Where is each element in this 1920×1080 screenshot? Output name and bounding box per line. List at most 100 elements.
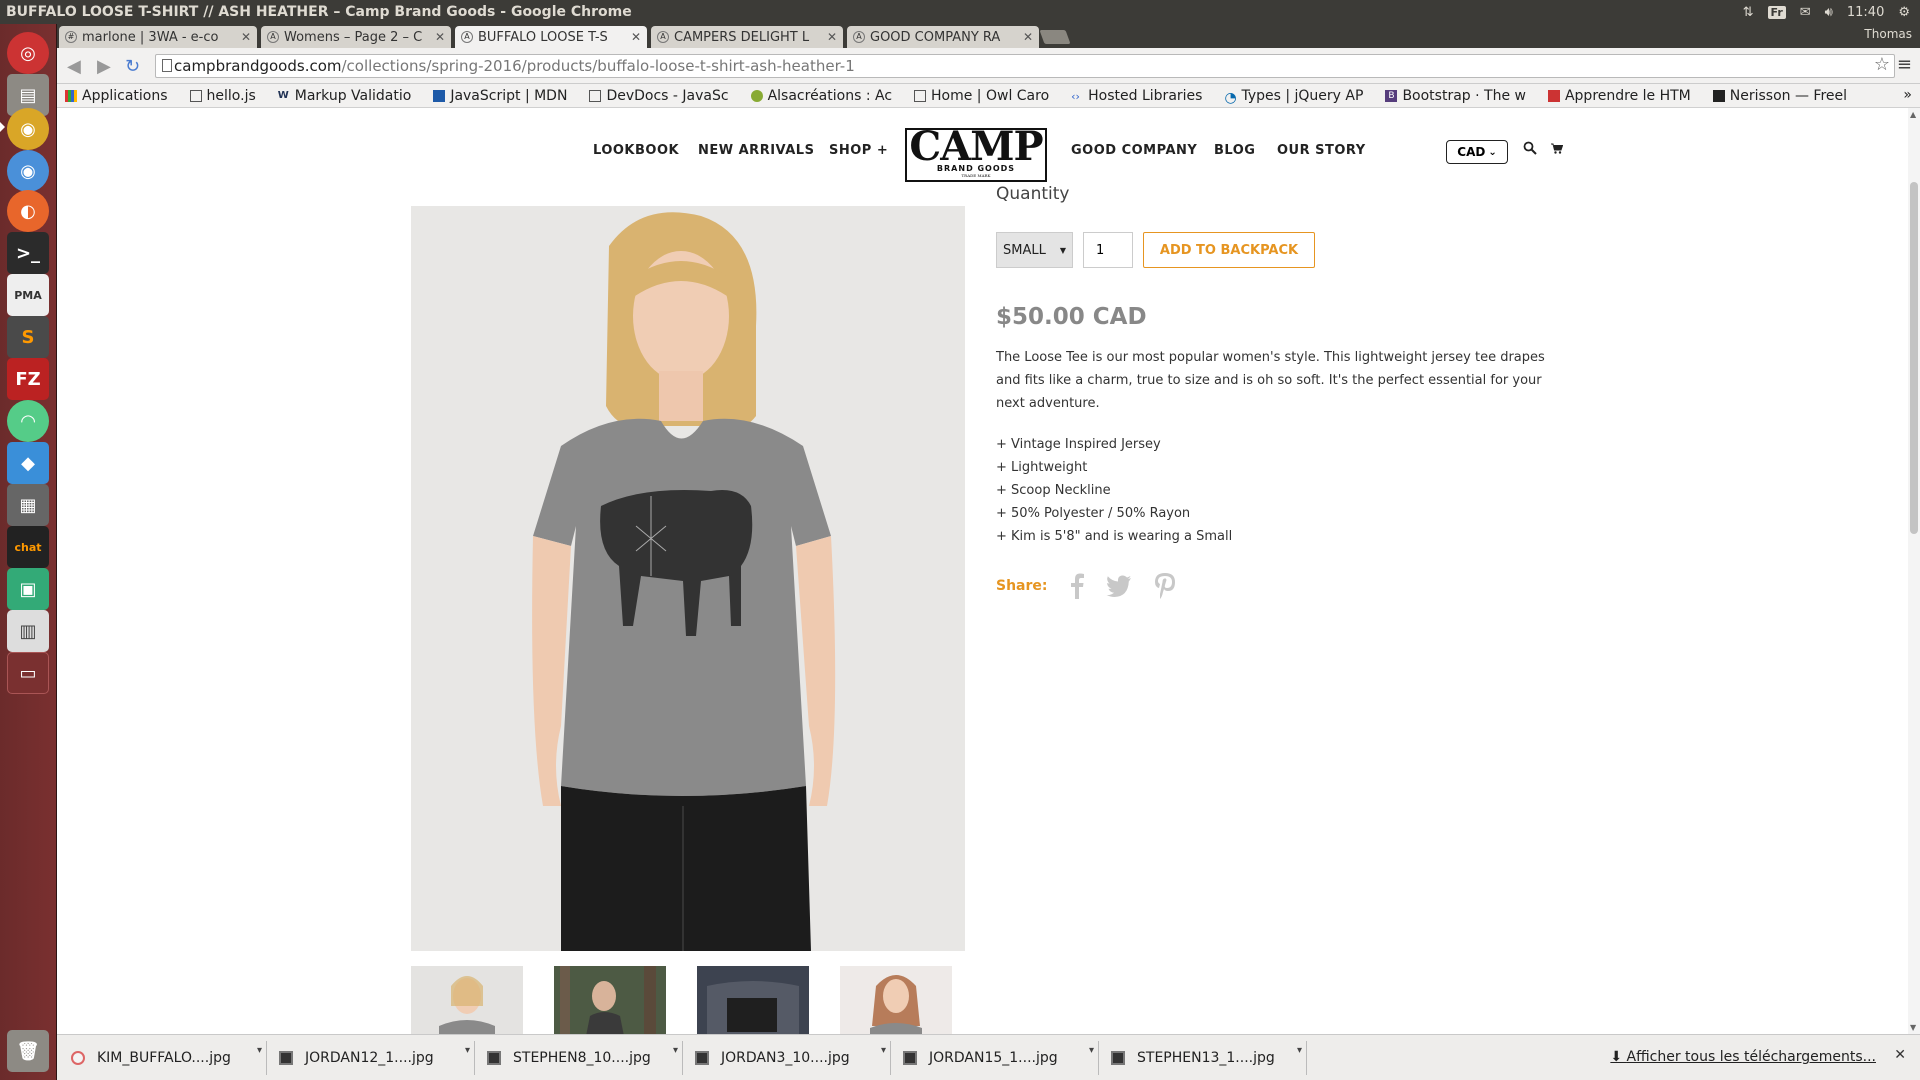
bookmark-apprendre-html[interactable]: Apprendre le HTM xyxy=(1540,88,1691,104)
thumbnail-4[interactable] xyxy=(840,966,952,1034)
settings-gear-icon[interactable]: ⚙ xyxy=(1898,5,1910,20)
bookmarks-overflow-icon[interactable]: » xyxy=(1903,87,1912,103)
bookmark-mdn[interactable]: JavaScript | MDN xyxy=(425,88,567,104)
forward-arrow-icon[interactable]: ▶ xyxy=(97,56,111,77)
firefox-icon[interactable]: ◐ xyxy=(7,190,49,232)
download-item[interactable]: STEPHEN13_1....jpg ▾ xyxy=(1101,1041,1307,1075)
keyboard-layout-indicator[interactable]: Fr xyxy=(1767,5,1786,19)
show-all-downloads-link[interactable]: ⬇ Afficher tous les téléchargements... xyxy=(1610,1049,1876,1065)
cube-app-icon[interactable]: ▣ xyxy=(7,568,49,610)
download-menu-caret-icon[interactable]: ▾ xyxy=(465,1045,470,1056)
thumbnail-2[interactable] xyxy=(554,966,666,1034)
clock[interactable]: 11:40 xyxy=(1847,5,1884,20)
product-main-image[interactable] xyxy=(411,206,965,951)
nav-lookbook[interactable]: LOOKBOOK xyxy=(593,143,679,158)
thumbnail-1[interactable] xyxy=(411,966,523,1034)
image-viewer-icon[interactable]: ▥ xyxy=(7,610,49,652)
mail-icon[interactable]: ✉ xyxy=(1800,5,1811,20)
unity-launcher: ◎ ▤ ◉ ◉ ◐ >_ PMA S FZ ◠ ◆ ▦ chat ▣ ▥ ▭ 🗑… xyxy=(0,24,57,1080)
add-to-backpack-button[interactable]: ADD TO BACKPACK xyxy=(1143,232,1315,268)
cart-icon[interactable] xyxy=(1551,143,1563,154)
size-select[interactable]: SMALL ▼ xyxy=(996,232,1073,268)
trash-icon[interactable]: 🗑︎ xyxy=(7,1030,49,1072)
download-item[interactable]: JORDAN3_10....jpg ▾ xyxy=(685,1041,891,1075)
network-icon[interactable]: ⇅ xyxy=(1743,5,1754,20)
nav-good-company[interactable]: GOOD COMPANY xyxy=(1071,143,1197,158)
nav-blog[interactable]: BLOG xyxy=(1214,143,1255,158)
back-arrow-icon[interactable]: ◀ xyxy=(67,56,81,77)
quantity-input[interactable]: 1 xyxy=(1083,232,1133,268)
download-menu-caret-icon[interactable]: ▾ xyxy=(1089,1045,1094,1056)
tab-womens[interactable]: A Womens – Page 2 – C ✕ xyxy=(261,26,451,48)
download-item[interactable]: KIM_BUFFALO....jpg ▾ xyxy=(61,1041,267,1075)
chrome-icon[interactable]: ◉ xyxy=(7,108,49,150)
dropbox-icon[interactable]: ◆ xyxy=(7,442,49,484)
download-menu-caret-icon[interactable]: ▾ xyxy=(1297,1045,1302,1056)
thumbnail-3[interactable] xyxy=(697,966,809,1034)
calculator-icon[interactable]: ▦ xyxy=(7,484,49,526)
chrome-menu-icon[interactable]: ≡ xyxy=(1897,54,1912,75)
currency-selector[interactable]: CAD ⌄ xyxy=(1446,140,1508,164)
download-item[interactable]: JORDAN12_1....jpg ▾ xyxy=(269,1041,475,1075)
profile-user-label[interactable]: Thomas xyxy=(1864,27,1912,41)
tab-good-company[interactable]: A GOOD COMPANY RA ✕ xyxy=(847,26,1039,48)
close-tab-icon[interactable]: ✕ xyxy=(827,30,837,44)
volume-icon[interactable]: 🔊︎ xyxy=(1825,5,1833,20)
close-tab-icon[interactable]: ✕ xyxy=(1023,30,1033,44)
camp-brand-logo[interactable]: CAMP BRAND GOODS TRADE MARK xyxy=(905,127,1047,182)
twitter-icon[interactable] xyxy=(1106,575,1132,597)
mysql-workbench-icon[interactable]: ◠ xyxy=(7,400,49,442)
close-downloads-bar-icon[interactable]: ✕ xyxy=(1894,1047,1906,1063)
bookmark-owl-carousel[interactable]: Home | Owl Caro xyxy=(906,88,1049,104)
bookmark-bootstrap[interactable]: B Bootstrap · The w xyxy=(1377,88,1526,104)
download-menu-caret-icon[interactable]: ▾ xyxy=(257,1045,262,1056)
close-tab-icon[interactable]: ✕ xyxy=(631,30,641,44)
tab-buffalo[interactable]: A BUFFALO LOOSE T-S ✕ xyxy=(455,26,647,48)
terminal-icon[interactable]: >_ xyxy=(7,232,49,274)
address-bar[interactable]: campbrandgoods.com/collections/spring-20… xyxy=(155,54,1895,78)
close-tab-icon[interactable]: ✕ xyxy=(435,30,445,44)
close-tab-icon[interactable]: ✕ xyxy=(241,30,251,44)
bookmark-devdocs[interactable]: DevDocs - JavaSc xyxy=(581,88,729,104)
phpmyadmin-icon[interactable]: PMA xyxy=(7,274,49,316)
facebook-icon[interactable] xyxy=(1070,573,1084,599)
chromium-icon[interactable]: ◉ xyxy=(7,150,49,192)
nav-our-story[interactable]: OUR STORY xyxy=(1277,143,1366,158)
scroll-down-arrow-icon[interactable]: ▼ xyxy=(1910,1023,1916,1032)
size-value: SMALL xyxy=(1003,242,1046,258)
scrollbar-thumb[interactable] xyxy=(1910,182,1918,534)
chat-app-icon[interactable]: chat xyxy=(7,526,49,568)
scroll-up-arrow-icon[interactable]: ▲ xyxy=(1910,110,1916,119)
bookmark-star-icon[interactable]: ☆ xyxy=(1874,54,1890,75)
search-icon[interactable] xyxy=(1523,141,1537,155)
tab-marlone[interactable]: # marlone | 3WA - e-co ✕ xyxy=(59,26,257,48)
download-menu-caret-icon[interactable]: ▾ xyxy=(673,1045,678,1056)
nav-new-arrivals[interactable]: NEW ARRIVALS xyxy=(698,143,814,158)
bookmark-jquery-types[interactable]: ◔ Types | jQuery AP xyxy=(1216,88,1363,104)
download-item[interactable]: STEPHEN8_10....jpg ▾ xyxy=(477,1041,683,1075)
page-scrollbar[interactable]: ▲ ▼ xyxy=(1908,108,1920,1034)
bookmark-hosted-libraries[interactable]: ‹› Hosted Libraries xyxy=(1063,88,1202,104)
filezilla-icon[interactable]: FZ xyxy=(7,358,49,400)
tab-strip: # marlone | 3WA - e-co ✕ A Womens – Page… xyxy=(57,24,1920,48)
share-row: Share: xyxy=(996,572,1556,600)
image-file-icon xyxy=(1111,1051,1125,1065)
download-item[interactable]: JORDAN15_1....jpg ▾ xyxy=(893,1041,1099,1075)
ubuntu-dash-icon[interactable]: ◎ xyxy=(7,32,49,74)
bookmark-markup-validation[interactable]: W Markup Validatio xyxy=(270,88,412,104)
tab-campers-delight[interactable]: A CAMPERS DELIGHT L ✕ xyxy=(651,26,843,48)
bookmark-alsacreations[interactable]: Alsacréations : Ac xyxy=(743,88,892,104)
nav-shop[interactable]: SHOP + xyxy=(829,143,888,158)
openclassrooms-icon xyxy=(1547,89,1560,102)
bookmark-applications[interactable]: Applications xyxy=(57,88,168,104)
bookmark-nerisson[interactable]: Nerisson — Freel xyxy=(1705,88,1847,104)
bookmark-hellojs[interactable]: hello.js xyxy=(182,88,256,104)
sublime-text-icon[interactable]: S xyxy=(7,316,49,358)
workspace-switcher-icon[interactable]: ▭ xyxy=(7,652,49,694)
reload-icon[interactable]: ↻ xyxy=(125,56,140,77)
download-menu-caret-icon[interactable]: ▾ xyxy=(881,1045,886,1056)
active-app-indicator xyxy=(0,122,5,132)
page-info-icon[interactable] xyxy=(162,59,172,72)
pinterest-icon[interactable] xyxy=(1154,572,1176,600)
new-tab-button[interactable] xyxy=(1039,30,1071,44)
